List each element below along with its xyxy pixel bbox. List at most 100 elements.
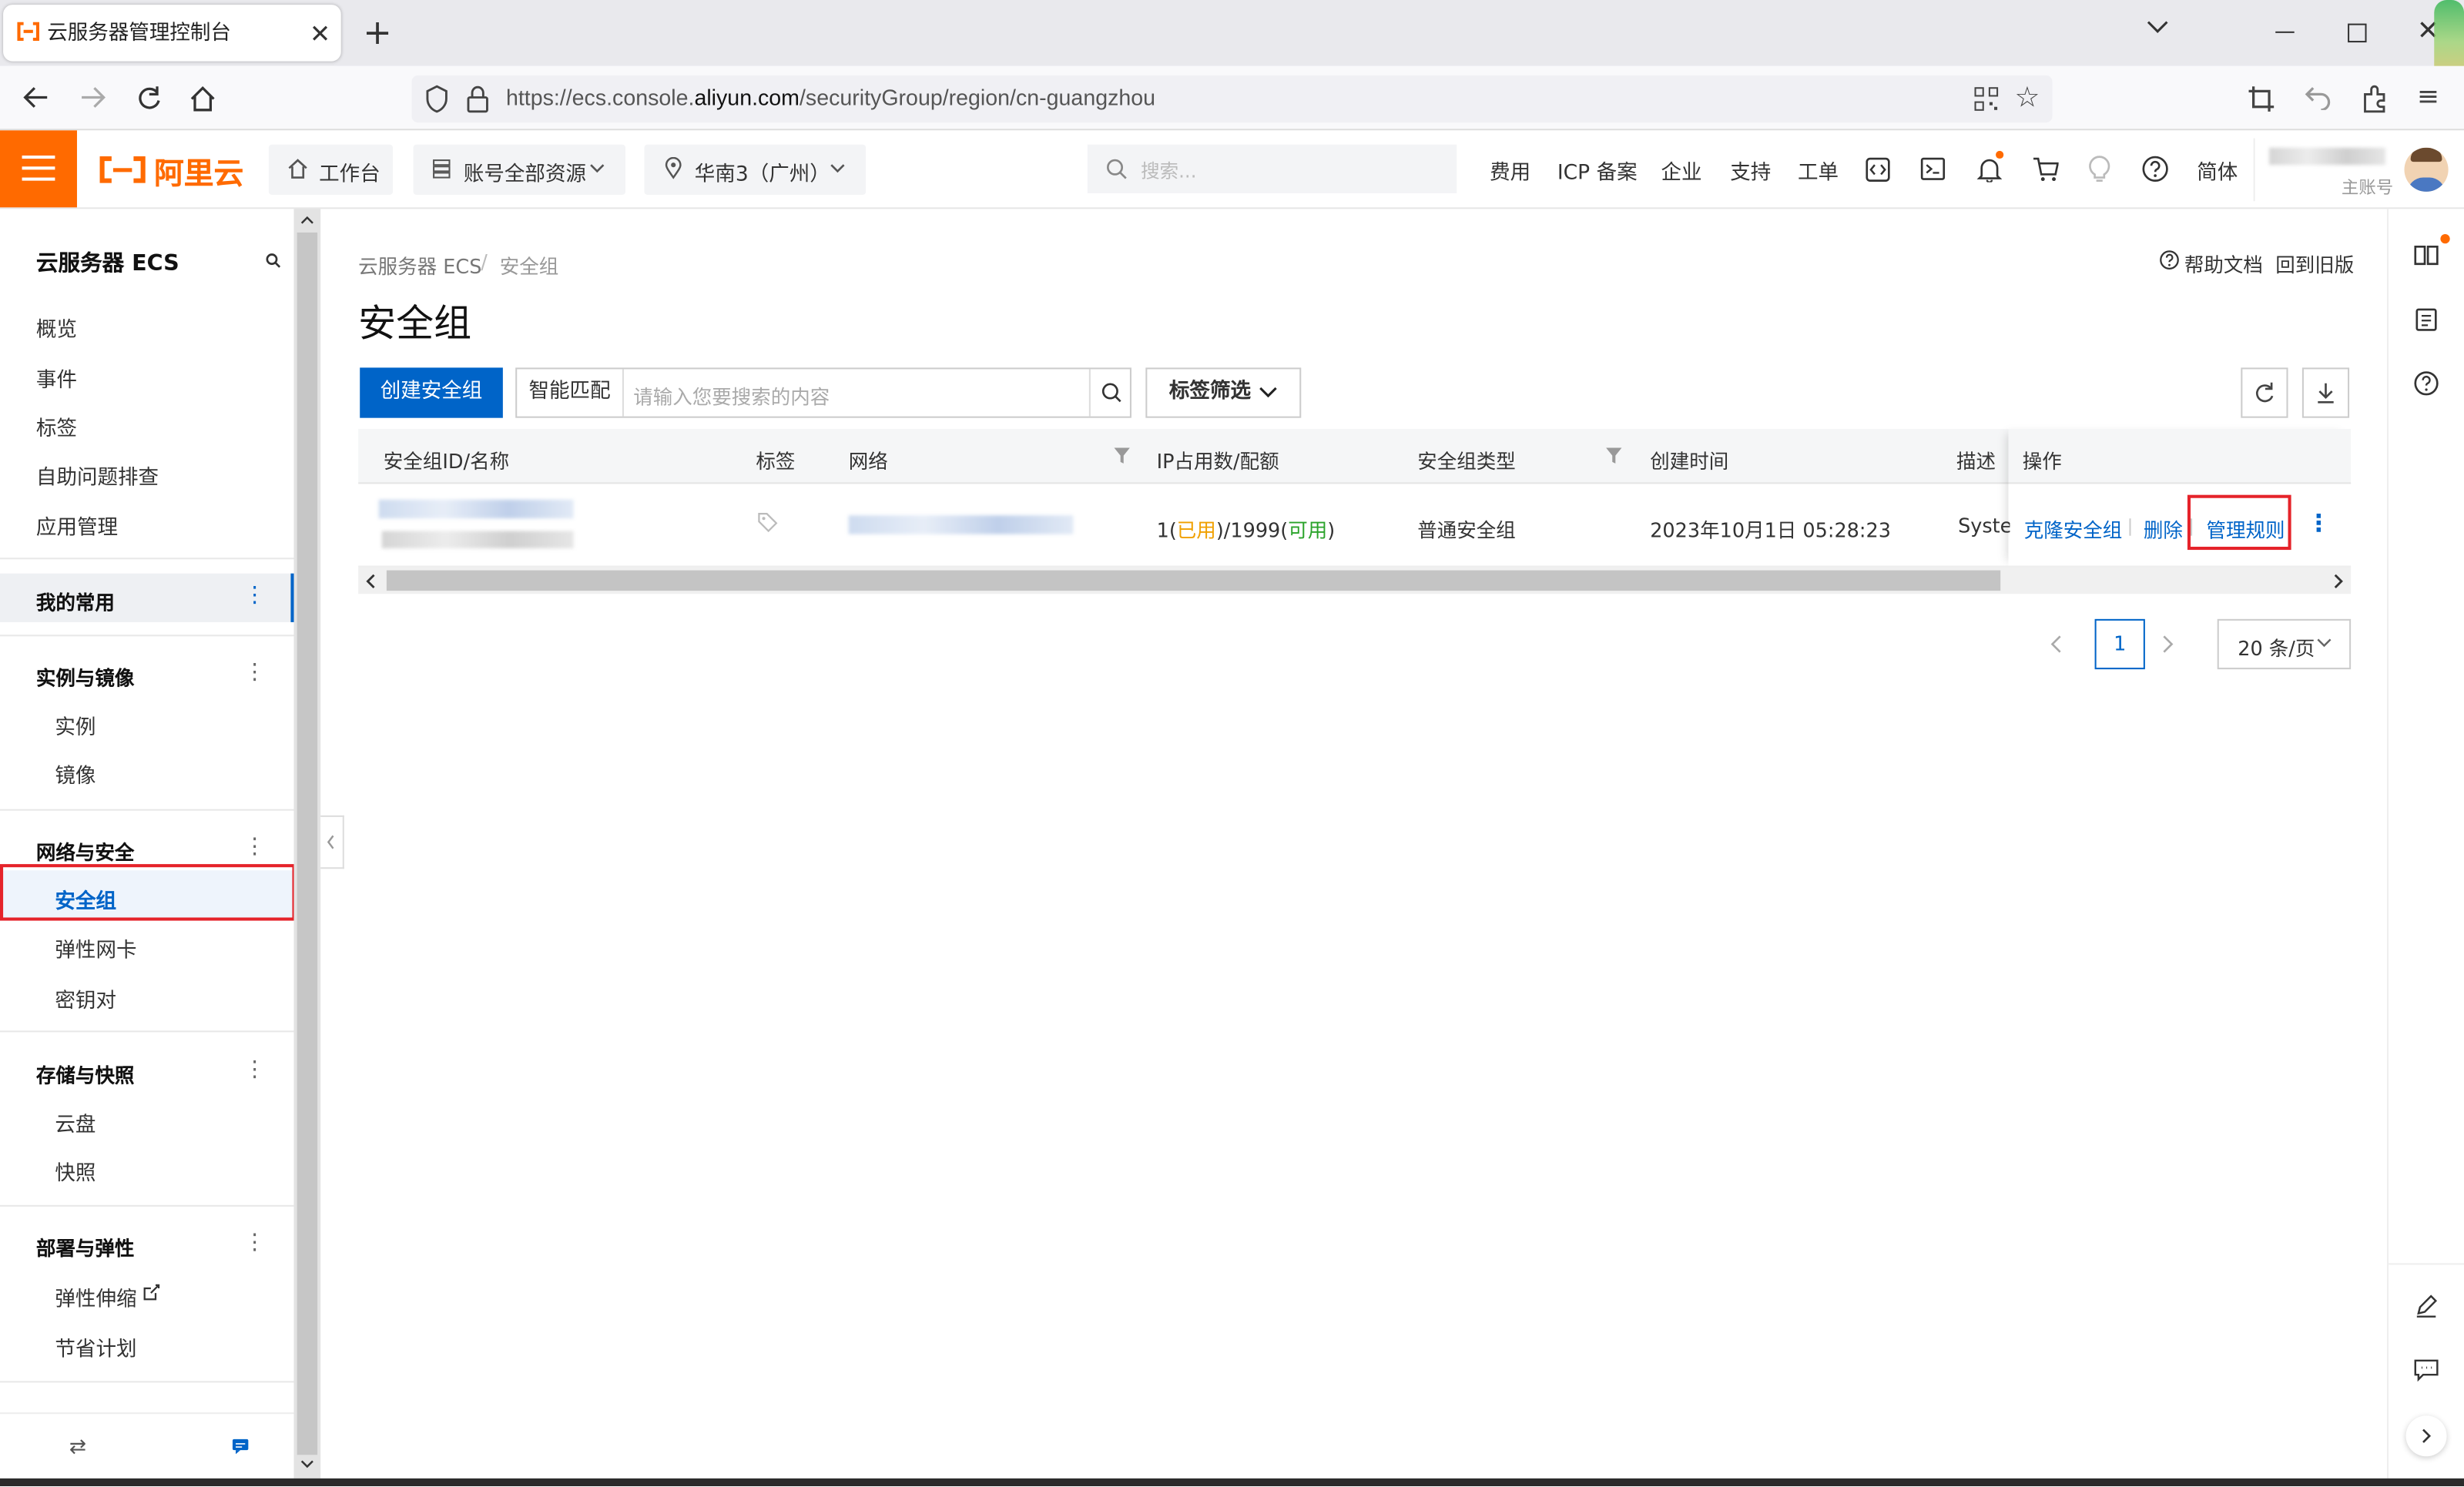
nav-link-tickets[interactable]: 工单 (1798, 156, 1839, 186)
sidebar-scroll-thumb[interactable] (297, 232, 318, 1455)
back-icon[interactable] (22, 85, 51, 110)
network-vpc-redacted[interactable] (848, 515, 1074, 534)
sidebar-group-instances[interactable]: 实例与镜像 (36, 661, 135, 692)
edit-icon[interactable] (2414, 1293, 2439, 1318)
clone-security-group-link[interactable]: 克隆安全组 (2024, 514, 2123, 544)
help-doc-link[interactable]: 帮助文档 (2184, 248, 2263, 278)
sidebar-item-security-group[interactable]: 安全组 (55, 885, 116, 915)
sidebar-item-tags[interactable]: 标签 (36, 412, 77, 442)
search-icon[interactable] (1088, 369, 1133, 417)
scroll-right-icon[interactable] (2334, 574, 2345, 589)
sidebar-item-disk[interactable]: 云盘 (55, 1107, 96, 1138)
feedback-icon[interactable] (2414, 1358, 2439, 1383)
create-security-group-button[interactable]: 创建安全组 (360, 367, 503, 418)
sidebar-item-autoscaling[interactable]: 弹性伸缩 (55, 1282, 136, 1312)
bookmark-star-icon[interactable]: ☆ (2015, 82, 2040, 115)
sidebar-group-deploy[interactable]: 部署与弹性 (36, 1232, 135, 1262)
account-type: 主账号 (2341, 177, 2394, 199)
table-scroll-thumb[interactable] (386, 570, 2001, 591)
sidebar-item-image[interactable]: 镜像 (55, 759, 96, 789)
description: System (1958, 514, 2010, 538)
tab-list-chevron-icon[interactable] (2147, 18, 2169, 34)
help-icon[interactable] (2142, 156, 2169, 183)
sidebar-search-icon[interactable] (266, 253, 281, 268)
nav-link-icp[interactable]: ICP 备案 (1557, 156, 1638, 186)
filter-icon[interactable] (1114, 447, 1130, 464)
sidebar-group-storage[interactable]: 存储与快照 (36, 1059, 135, 1089)
close-tab-icon[interactable]: ✕ (310, 18, 330, 49)
next-page-icon[interactable] (2162, 635, 2174, 653)
sidebar-item-overview[interactable]: 概览 (36, 313, 77, 343)
sidebar-item-app-mgmt[interactable]: 应用管理 (36, 511, 118, 541)
account-name-redacted[interactable] (2269, 147, 2386, 166)
extensions-icon[interactable] (2360, 85, 2389, 113)
hamburger-menu-button[interactable] (0, 130, 77, 208)
more-actions-icon[interactable]: ⋮ (2307, 509, 2331, 538)
sidebar-item-savings-plan[interactable]: 节省计划 (55, 1332, 136, 1362)
checklist-icon[interactable] (2415, 308, 2438, 332)
expand-rail-button[interactable] (2405, 1415, 2447, 1457)
region-selector[interactable]: 华南3（广州） (644, 144, 867, 195)
cart-icon[interactable] (2032, 157, 2059, 183)
home-icon[interactable] (189, 85, 217, 113)
notification-bell-icon[interactable] (1976, 150, 2004, 183)
tag-icon[interactable] (757, 512, 778, 533)
more-vertical-icon[interactable]: ⋮ (243, 1057, 266, 1083)
more-vertical-icon[interactable]: ⋮ (243, 834, 266, 859)
sidebar-item-instance[interactable]: 实例 (55, 710, 96, 740)
chat-icon[interactable] (231, 1438, 250, 1455)
qr-code-icon[interactable] (1973, 86, 1999, 112)
help-icon[interactable] (2414, 370, 2439, 396)
reload-icon[interactable] (135, 85, 163, 113)
sidebar-item-keypair[interactable]: 密钥对 (55, 983, 116, 1013)
more-vertical-icon[interactable]: ⋮ (243, 583, 266, 608)
filter-icon[interactable] (1606, 447, 1622, 464)
shield-icon[interactable] (424, 85, 450, 113)
workbench-button[interactable]: 工作台 (268, 144, 394, 195)
scroll-up-icon[interactable] (300, 216, 314, 225)
old-version-link[interactable]: 回到旧版 (2275, 248, 2354, 278)
undo-icon[interactable] (2304, 85, 2332, 110)
swap-icon[interactable]: ⇄ (69, 1436, 86, 1460)
console-search-input[interactable]: 搜索... (1087, 144, 1457, 193)
sidebar-group-network[interactable]: 网络与安全 (36, 836, 135, 866)
tag-filter-dropdown[interactable]: 标签筛选 (1145, 367, 1302, 418)
menu-icon[interactable]: ≡ (2417, 82, 2439, 113)
resource-search-input[interactable]: 智能匹配 请输入您要搜索的内容 (515, 367, 1133, 418)
security-group-id-redacted[interactable] (378, 499, 574, 519)
sidebar-item-events[interactable]: 事件 (36, 363, 77, 393)
match-mode-select[interactable]: 智能匹配 (517, 369, 624, 417)
delete-link[interactable]: 删除 (2144, 514, 2183, 544)
breadcrumb-ecs[interactable]: 云服务器 ECS (358, 250, 481, 280)
page-size-select[interactable]: 20 条/页 (2217, 618, 2352, 670)
language-switch[interactable]: 简体 (2197, 156, 2238, 186)
scroll-down-icon[interactable] (300, 1459, 314, 1469)
book-icon[interactable] (2414, 233, 2450, 267)
crop-icon[interactable] (2247, 85, 2275, 113)
code-icon[interactable] (1866, 157, 1891, 183)
restore-icon[interactable] (2348, 23, 2367, 43)
new-tab-icon[interactable]: + (363, 14, 392, 53)
lightbulb-icon[interactable] (2088, 156, 2110, 183)
avatar[interactable] (2404, 147, 2449, 192)
nav-link-support[interactable]: 支持 (1730, 156, 1771, 186)
refresh-button[interactable] (2241, 367, 2288, 418)
aliyun-logo[interactable] (97, 156, 147, 184)
page-number-current[interactable]: 1 (2094, 618, 2145, 670)
scroll-left-icon[interactable] (364, 574, 375, 589)
more-vertical-icon[interactable]: ⋮ (243, 660, 266, 685)
forward-icon[interactable] (79, 85, 107, 110)
terminal-icon[interactable] (1920, 157, 1946, 181)
download-button[interactable] (2301, 367, 2350, 418)
collapse-sidebar-button[interactable] (320, 815, 344, 869)
prev-page-icon[interactable] (2049, 635, 2061, 653)
lock-icon[interactable] (467, 85, 489, 113)
more-vertical-icon[interactable]: ⋮ (243, 1230, 266, 1255)
account-resources-dropdown[interactable]: 账号全部资源 (413, 144, 625, 195)
sidebar-item-troubleshoot[interactable]: 自助问题排查 (36, 461, 159, 491)
sidebar-item-eni[interactable]: 弹性网卡 (55, 933, 136, 963)
nav-link-fees[interactable]: 费用 (1490, 156, 1530, 186)
sidebar-item-snapshot[interactable]: 快照 (55, 1157, 96, 1187)
nav-link-enterprise[interactable]: 企业 (1661, 156, 1701, 186)
minimize-icon[interactable] (2275, 31, 2295, 33)
